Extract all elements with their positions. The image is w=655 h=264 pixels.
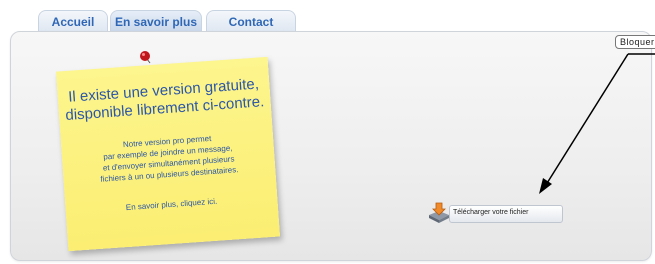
- arrow-head: [539, 178, 552, 194]
- pointer-arrow-icon: [539, 53, 655, 194]
- arrow-shaft: [543, 53, 629, 189]
